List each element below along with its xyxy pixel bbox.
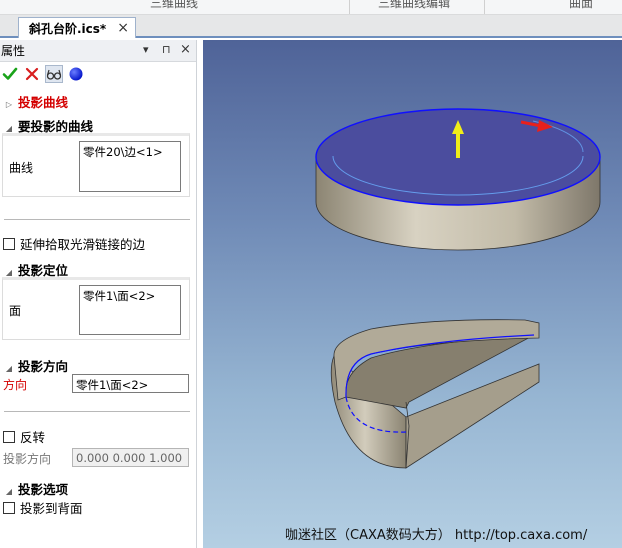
divider bbox=[4, 219, 190, 220]
reverse-checkbox[interactable]: 反转 bbox=[3, 427, 45, 446]
section-projection-curve[interactable]: ▷ 投影曲线 bbox=[0, 92, 68, 111]
divider bbox=[4, 411, 190, 412]
extend-smooth-edges-checkbox[interactable]: 延伸拾取光滑链接的边 bbox=[3, 234, 145, 253]
direction-field-label: 方向 bbox=[3, 378, 28, 392]
ribbon-group-strip: 三维曲线 三维曲线编辑 曲面 bbox=[0, 0, 622, 15]
ribbon-separator bbox=[349, 0, 350, 14]
3d-viewport[interactable] bbox=[203, 40, 622, 548]
lower-step-part[interactable] bbox=[330, 319, 540, 469]
upper-disc-part[interactable] bbox=[315, 108, 601, 251]
ribbon-group-surface[interactable]: 曲面 bbox=[569, 0, 593, 11]
viewport-scene bbox=[315, 108, 601, 469]
projection-direction-vector-field: 0.000 0.000 1.000 bbox=[72, 448, 189, 467]
curve-field-label: 曲线 bbox=[9, 161, 34, 175]
check-icon bbox=[2, 67, 18, 80]
collapse-triangle-icon: ◢ bbox=[5, 487, 13, 496]
section-title: 投影方向 bbox=[18, 359, 69, 374]
face-selection-list[interactable]: 零件1\面<2> bbox=[79, 285, 181, 335]
preview-button[interactable] bbox=[45, 64, 63, 83]
close-icon[interactable]: × bbox=[117, 20, 129, 36]
section-title: 要投影的曲线 bbox=[18, 119, 94, 134]
curve-selection-list[interactable]: 零件20\边<1> bbox=[79, 141, 181, 192]
pin-icon[interactable]: ⊓ bbox=[162, 43, 171, 56]
ok-button[interactable] bbox=[2, 66, 18, 82]
projection-direction-label: 投影方向 bbox=[3, 452, 52, 466]
section-title: 投影定位 bbox=[18, 263, 69, 278]
section-projection-options[interactable]: ◢ 投影选项 bbox=[0, 479, 68, 498]
checkbox-label: 投影到背面 bbox=[20, 501, 83, 516]
watermark-text: 咖迷社区（CAXA数码大方） http://top.caxa.com/ bbox=[285, 528, 588, 543]
checkbox-label: 反转 bbox=[20, 430, 46, 445]
panel-close-icon[interactable]: × bbox=[180, 42, 191, 57]
collapse-triangle-icon: ◢ bbox=[5, 124, 13, 133]
section-title: 投影选项 bbox=[18, 482, 69, 497]
document-tab-bar: 斜孔台阶.ics* × bbox=[0, 15, 622, 38]
checkbox-box bbox=[3, 501, 15, 514]
document-tab-title: 斜孔台阶.ics* bbox=[29, 21, 107, 36]
cancel-button[interactable] bbox=[24, 66, 40, 82]
panel-dropdown-icon[interactable]: ▾ bbox=[143, 43, 149, 56]
ribbon-group-3d-curve[interactable]: 三维曲线 bbox=[150, 0, 198, 11]
section-projection-direction[interactable]: ◢ 投影方向 bbox=[0, 356, 68, 375]
face-field-label: 面 bbox=[9, 304, 22, 318]
checkbox-box bbox=[3, 237, 15, 250]
collapse-triangle-icon: ◢ bbox=[5, 268, 13, 277]
document-tab[interactable]: 斜孔台阶.ics* × bbox=[18, 17, 136, 38]
direction-selection-field[interactable]: 零件1\面<2> bbox=[72, 374, 189, 393]
ribbon-separator bbox=[484, 0, 485, 14]
collapse-triangle-icon: ◢ bbox=[5, 364, 13, 373]
properties-panel: 属性 ▾ ⊓ × ▷ 投影曲线 ◢ 要投影的曲线 曲线 零件20\边<1> 延伸拾取… bbox=[0, 40, 197, 548]
blue-ball-icon bbox=[69, 67, 83, 80]
panel-title: 属性 bbox=[1, 44, 26, 58]
project-to-backface-checkbox[interactable]: 投影到背面 bbox=[3, 498, 83, 517]
glasses-icon bbox=[46, 69, 62, 80]
panel-toolbar bbox=[0, 62, 196, 85]
expand-triangle-icon: ▷ bbox=[5, 100, 13, 109]
panel-header: 属性 ▾ ⊓ × bbox=[0, 40, 196, 62]
checkbox-label: 延伸拾取光滑链接的边 bbox=[20, 237, 146, 252]
section-title: 投影曲线 bbox=[18, 95, 69, 110]
checkbox-box bbox=[3, 430, 15, 443]
ribbon-group-3d-curve-edit[interactable]: 三维曲线编辑 bbox=[378, 0, 450, 11]
pick-button[interactable] bbox=[68, 66, 84, 82]
cross-icon bbox=[25, 67, 39, 80]
